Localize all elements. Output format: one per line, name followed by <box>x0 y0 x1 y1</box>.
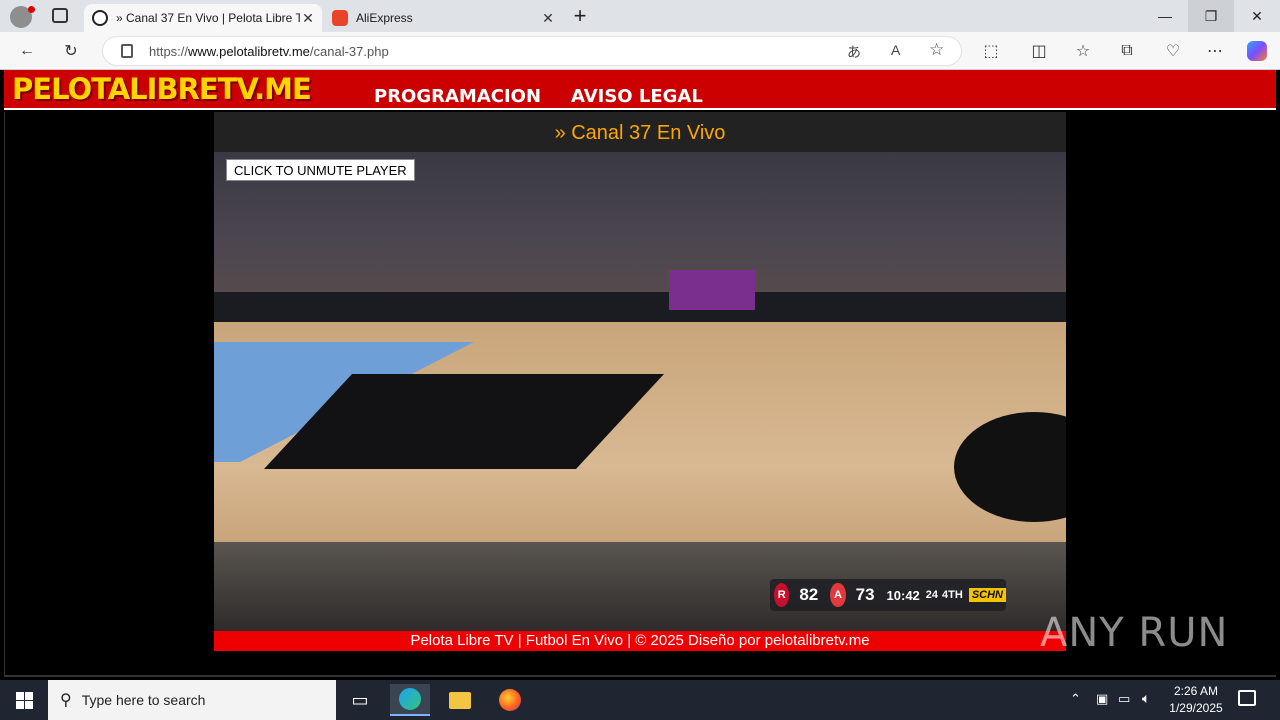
close-window-button[interactable]: ✕ <box>1234 0 1280 32</box>
more-menu-icon[interactable]: ⋯ <box>1200 37 1230 65</box>
taskbar: ⚲ Type here to search ▭ ⌃ ▣ ▭ 🔈︎ 2:26 AM… <box>0 680 1280 720</box>
display-icon[interactable]: ▭ <box>1118 691 1130 707</box>
windows-start-icon[interactable] <box>4 684 44 716</box>
split-screen-icon[interactable]: ◫ <box>1024 37 1054 65</box>
scoreboard: R 82 A 73 10:42 24 4TH SCHN <box>770 579 1006 611</box>
refresh-icon[interactable]: ↻ <box>56 37 86 65</box>
favorite-star-icon[interactable]: ☆ <box>929 40 944 60</box>
page-frame-bottom <box>4 675 1276 677</box>
url-prefix: https:// <box>149 44 189 59</box>
shot-clock: 24 <box>925 589 939 601</box>
edge-browser-icon[interactable] <box>390 684 430 716</box>
lock-icon[interactable] <box>121 44 133 58</box>
close-tab-icon[interactable]: ✕ <box>300 10 316 27</box>
nav-programacion[interactable]: PROGRAMACION <box>374 86 541 107</box>
read-aloud-icon[interactable]: A <box>891 42 900 58</box>
player-container: » Canal 37 En Vivo CLICK TO UNMUTE PLAYE… <box>214 112 1066 651</box>
extensions-icon[interactable]: ⬚ <box>976 37 1006 65</box>
video-player[interactable]: CLICK TO UNMUTE PLAYER R 82 A 73 10:42 2… <box>214 152 1066 631</box>
web-page: PELOTALIBRETV.ME PROGRAMACION AVISO LEGA… <box>0 70 1280 680</box>
volume-icon[interactable]: 🔈︎ <box>1142 690 1150 707</box>
unmute-player-button[interactable]: CLICK TO UNMUTE PLAYER <box>226 159 415 181</box>
browser-toolbar: ← ↻ https://www.pelotalibretv.me/canal-3… <box>0 32 1280 70</box>
anyrun-watermark: ANY RUN <box>1040 610 1229 656</box>
url-domain: www.pelotalibretv.me <box>188 44 310 59</box>
nav-aviso-legal[interactable]: AVISO LEGAL <box>571 86 703 107</box>
search-placeholder: Type here to search <box>81 692 206 708</box>
period: 4TH <box>942 589 963 601</box>
site-logo[interactable]: PELOTALIBRETV.ME <box>12 72 312 106</box>
close-tab-icon[interactable]: ✕ <box>540 10 556 27</box>
url-path: /canal-37.php <box>309 44 389 59</box>
tab-pelotalibre[interactable]: » Canal 37 En Vivo | Pelota Libre TV ✕ <box>84 4 322 32</box>
site-footer: Pelota Libre TV | Futbol En Vivo | © 202… <box>214 631 1066 651</box>
collections-icon[interactable]: ⧉ <box>1112 37 1142 65</box>
home-score: 82 <box>799 585 819 604</box>
site-header: PELOTALIBRETV.ME PROGRAMACION AVISO LEGA… <box>4 70 1276 110</box>
ymca-board <box>669 270 755 310</box>
task-view-icon[interactable]: ▭ <box>340 684 380 716</box>
away-score: 73 <box>855 585 875 604</box>
file-explorer-icon[interactable] <box>440 684 480 716</box>
performance-icon[interactable]: ♡ <box>1158 37 1188 65</box>
aliexpress-icon <box>332 10 348 26</box>
restore-button[interactable]: ❐ <box>1188 0 1234 32</box>
game-clock: 10:42 <box>886 587 920 603</box>
new-tab-button[interactable]: + <box>568 2 592 30</box>
page-frame-left <box>4 112 214 676</box>
copilot-icon[interactable] <box>1242 37 1272 65</box>
firefox-icon[interactable] <box>490 684 530 716</box>
tab-aliexpress[interactable]: AliExpress ✕ <box>324 4 562 32</box>
taskbar-search[interactable]: ⚲ Type here to search <box>48 680 336 720</box>
rockets-logo-icon: R <box>774 583 790 607</box>
network-icon[interactable]: ▣ <box>1096 691 1108 707</box>
soccer-ball-icon <box>92 10 108 26</box>
system-clock[interactable]: 2:26 AM 1/29/2025 <box>1166 683 1226 717</box>
address-bar[interactable]: https://www.pelotalibretv.me/canal-37.ph… <box>102 36 962 66</box>
tab-actions-icon[interactable] <box>52 8 68 23</box>
search-icon: ⚲ <box>60 692 72 709</box>
courtside-banner <box>214 292 1066 322</box>
url-text: https://www.pelotalibretv.me/canal-37.ph… <box>149 44 389 59</box>
clock-time: 2:26 AM <box>1173 684 1219 698</box>
clock-date: 1/29/2025 <box>1169 701 1223 715</box>
tab-title: AliExpress <box>356 11 413 25</box>
hawks-logo-icon: A <box>830 583 846 607</box>
tab-strip: » Canal 37 En Vivo | Pelota Libre TV ✕ A… <box>0 0 1280 32</box>
tab-title: » Canal 37 En Vivo | Pelota Libre TV <box>116 11 300 25</box>
profile-notification-dot <box>28 6 35 13</box>
favorites-icon[interactable]: ☆ <box>1068 37 1098 65</box>
network-logo: SCHN <box>968 588 1006 602</box>
notifications-icon[interactable] <box>1238 690 1256 706</box>
system-tray-chevron-icon[interactable]: ⌃ <box>1070 691 1081 707</box>
minimize-button[interactable]: — <box>1142 0 1188 32</box>
translate-icon[interactable]: あ <box>847 42 861 62</box>
back-icon[interactable]: ← <box>12 37 42 65</box>
channel-title: » Canal 37 En Vivo <box>554 122 726 144</box>
